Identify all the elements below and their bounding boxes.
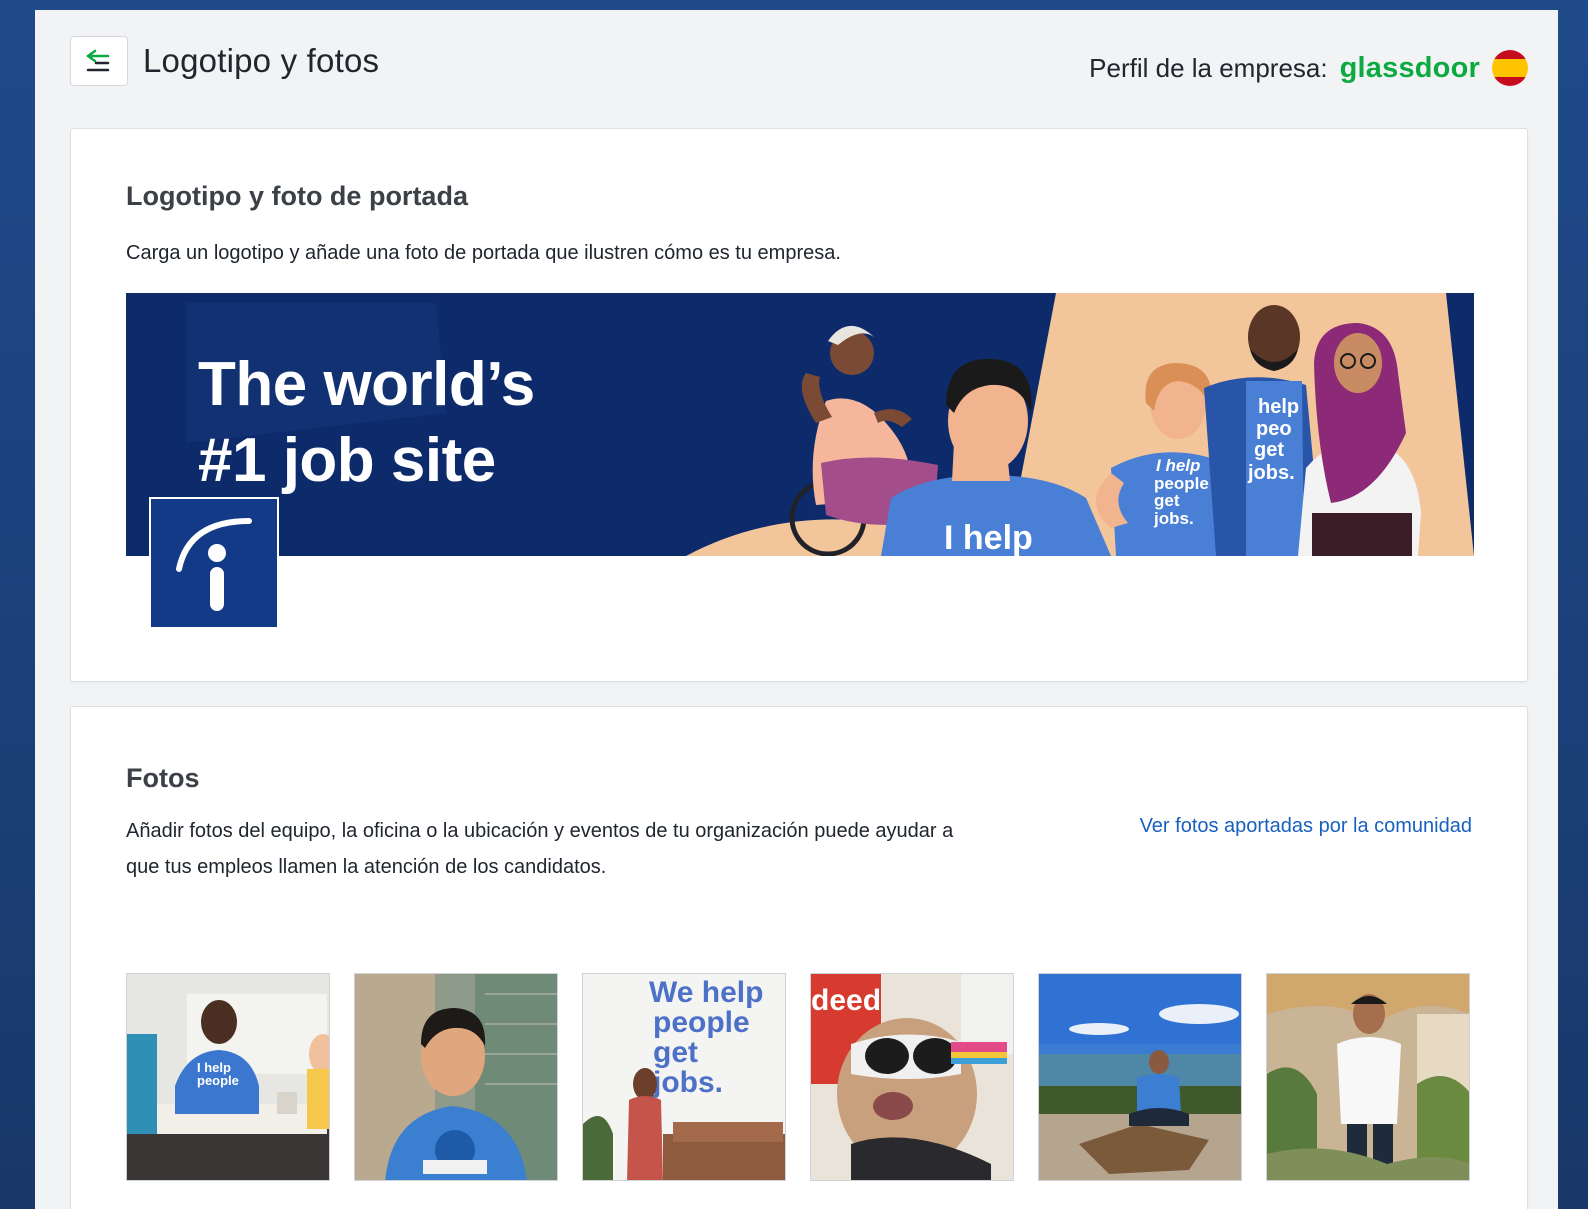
company-profile: Perfil de la empresa: glassdoor [1089, 50, 1528, 86]
logo-section-description: Carga un logotipo y añade una foto de po… [126, 242, 841, 264]
photos-section-description: Añadir fotos del equipo, la oficina o la… [126, 813, 953, 885]
svg-text:get: get [653, 1036, 698, 1069]
logo-section-title: Logotipo y foto de portada [126, 181, 468, 211]
photos-description-line1: Añadir fotos del equipo, la oficina o la… [126, 820, 954, 842]
page-header: Logotipo y fotos Perfil de la empresa: g… [70, 36, 1528, 88]
community-photos-link[interactable]: Ver fotos aportadas por la comunidad [1140, 815, 1472, 838]
page-title: Logotipo y fotos [143, 42, 380, 79]
cover-shirt-text: I help [944, 519, 1033, 556]
office-wall-photo[interactable]: We help people get jobs. [582, 973, 786, 1181]
outdoor-meditation-photo[interactable] [1038, 973, 1242, 1181]
garden-portrait-photo[interactable] [1266, 973, 1470, 1181]
page-container: Logotipo y fotos Perfil de la empresa: g… [35, 10, 1558, 1209]
cover-headline: The world’s #1 job site [198, 347, 535, 499]
svg-text:jobs.: jobs. [1247, 462, 1295, 484]
svg-text:peo: peo [1256, 418, 1292, 440]
glassdoor-brand[interactable]: glassdoor [1340, 52, 1480, 85]
cover-headline-line2: #1 job site [198, 426, 496, 495]
svg-text:We help: We help [649, 976, 763, 1009]
photos-gallery: I help people We help people get jobs. d… [126, 973, 1470, 1181]
photos-description-line2: que tus empleos llamen la atención de lo… [126, 856, 607, 878]
company-profile-label: Perfil de la empresa: [1089, 52, 1328, 83]
svg-text:I help: I help [1156, 456, 1200, 475]
spain-flag-icon[interactable] [1492, 50, 1528, 86]
photos-card: Fotos Añadir fotos del equipo, la oficin… [70, 706, 1528, 1209]
dog-sunglasses-photo[interactable]: deed [810, 973, 1014, 1181]
back-menu-button[interactable] [70, 36, 128, 86]
svg-text:people: people [197, 1073, 239, 1088]
company-logo[interactable] [149, 497, 279, 629]
indeed-logo-icon [176, 518, 252, 611]
svg-text:help: help [1258, 396, 1299, 418]
svg-text:jobs.: jobs. [1153, 509, 1194, 528]
svg-text:people: people [653, 1006, 750, 1039]
svg-text:deed: deed [811, 984, 881, 1017]
svg-text:get: get [1254, 439, 1284, 461]
team-meeting-photo[interactable]: I help people [126, 973, 330, 1181]
photos-section-title: Fotos [126, 763, 200, 793]
cover-photo[interactable]: I help I help people get jobs. help peo … [126, 293, 1474, 556]
cover-headline-line1: The world’s [198, 350, 535, 419]
svg-text:get: get [1154, 491, 1180, 510]
logo-cover-card: Logotipo y foto de portada Carga un logo… [70, 128, 1528, 682]
svg-text:jobs.: jobs. [652, 1066, 723, 1099]
back-list-icon [86, 49, 110, 72]
employee-portrait-photo[interactable] [354, 973, 558, 1181]
